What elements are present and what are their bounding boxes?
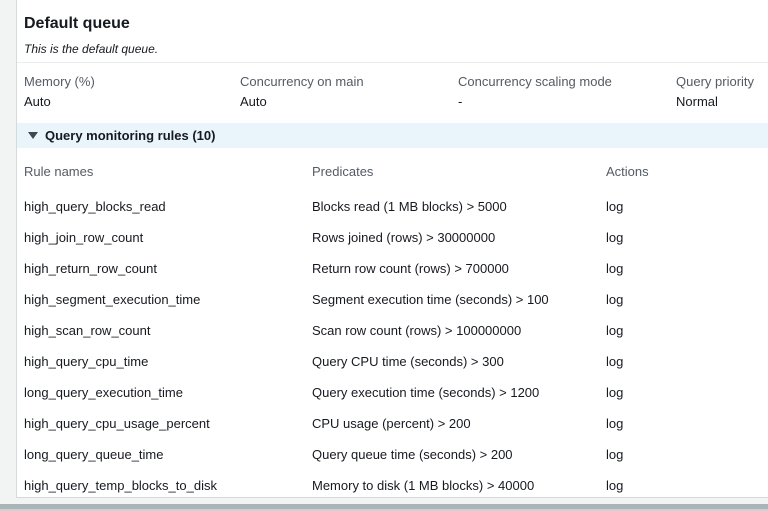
predicate-cell: CPU usage (percent) > 200 — [312, 416, 471, 431]
predicate-cell: Query queue time (seconds) > 200 — [312, 447, 513, 462]
predicate-cell: Scan row count (rows) > 100000000 — [312, 323, 522, 338]
default-queue-card: Default queue This is the default queue.… — [16, 0, 768, 498]
action-cell: log — [606, 478, 624, 493]
action-cell: log — [606, 354, 624, 369]
rules-table-body: high_query_blocks_read Blocks read (1 MB… — [24, 191, 761, 497]
query-monitoring-rules-title: Query monitoring rules (10) — [45, 128, 216, 143]
summary-field-value: Normal — [676, 94, 718, 109]
table-row: high_segment_execution_time Segment exec… — [24, 284, 761, 315]
rule-name-cell: high_query_cpu_usage_percent — [24, 416, 210, 431]
action-cell: log — [606, 323, 624, 338]
table-row: high_return_row_count Return row count (… — [24, 253, 761, 284]
action-cell: log — [606, 261, 624, 276]
rule-name-cell: high_query_blocks_read — [24, 199, 166, 214]
query-monitoring-rules-section-header[interactable]: Query monitoring rules (10) — [17, 123, 768, 148]
table-row: high_query_cpu_usage_percent CPU usage (… — [24, 408, 761, 439]
table-row: high_join_row_count Rows joined (rows) >… — [24, 222, 761, 253]
action-cell: log — [606, 230, 624, 245]
summary-field-label: Concurrency scaling mode — [458, 74, 612, 89]
queue-summary: Memory (%) Auto Concurrency on main Auto… — [17, 63, 768, 123]
column-header-predicates: Predicates — [312, 164, 374, 179]
predicate-cell: Query execution time (seconds) > 1200 — [312, 385, 540, 400]
bottom-scroll-edge — [0, 504, 768, 509]
action-cell: log — [606, 199, 624, 214]
rule-name-cell: high_scan_row_count — [24, 323, 151, 338]
column-header-rule-names: Rule names — [24, 164, 94, 179]
summary-field-label: Concurrency on main — [240, 74, 364, 89]
summary-field-value: Auto — [240, 94, 267, 109]
predicate-cell: Memory to disk (1 MB blocks) > 40000 — [312, 478, 535, 493]
table-row: long_query_queue_time Query queue time (… — [24, 439, 761, 470]
rule-name-cell: high_query_cpu_time — [24, 354, 149, 369]
table-row: high_scan_row_count Scan row count (rows… — [24, 315, 761, 346]
action-cell: log — [606, 292, 624, 307]
rule-name-cell: high_join_row_count — [24, 230, 144, 245]
predicate-cell: Return row count (rows) > 700000 — [312, 261, 509, 276]
query-monitoring-rules-table: Rule names Predicates Actions high_query… — [17, 148, 768, 497]
summary-field: Concurrency on main Auto — [240, 75, 458, 109]
summary-field-value: Auto — [24, 94, 51, 109]
predicate-cell: Query CPU time (seconds) > 300 — [312, 354, 504, 369]
rule-name-cell: long_query_execution_time — [24, 385, 183, 400]
table-row: long_query_execution_time Query executio… — [24, 377, 761, 408]
summary-field: Concurrency scaling mode - — [458, 75, 676, 109]
predicate-cell: Rows joined (rows) > 30000000 — [312, 230, 496, 245]
summary-field: Memory (%) Auto — [24, 75, 240, 109]
summary-field-value: - — [458, 94, 463, 109]
summary-field: Query priority Normal — [676, 75, 761, 109]
rule-name-cell: long_query_queue_time — [24, 447, 164, 462]
caret-down-icon — [28, 132, 38, 139]
action-cell: log — [606, 416, 624, 431]
action-cell: log — [606, 447, 624, 462]
summary-field-label: Query priority — [676, 74, 755, 89]
rules-table-header: Rule names Predicates Actions — [24, 148, 761, 181]
table-row: high_query_cpu_time Query CPU time (seco… — [24, 346, 761, 377]
table-row: high_query_blocks_read Blocks read (1 MB… — [24, 191, 761, 222]
predicate-cell: Blocks read (1 MB blocks) > 5000 — [312, 199, 507, 214]
summary-field-label: Memory (%) — [24, 74, 95, 89]
page-title: Default queue — [24, 15, 130, 32]
column-header-actions: Actions — [606, 164, 649, 179]
action-cell: log — [606, 385, 624, 400]
table-row: high_query_temp_blocks_to_disk Memory to… — [24, 470, 761, 497]
predicate-cell: Segment execution time (seconds) > 100 — [312, 292, 549, 307]
rule-name-cell: high_segment_execution_time — [24, 292, 201, 307]
rule-name-cell: high_query_temp_blocks_to_disk — [24, 478, 217, 493]
queue-header: Default queue This is the default queue. — [17, 0, 768, 62]
queue-description: This is the default queue. — [24, 42, 159, 56]
rule-name-cell: high_return_row_count — [24, 261, 157, 276]
